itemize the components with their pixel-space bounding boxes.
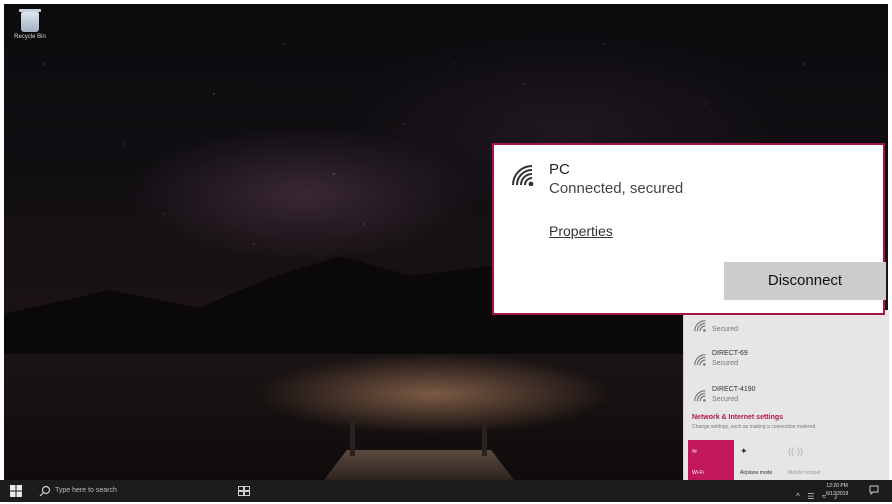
network-list-item[interactable]: DIRECT-4190 Secured <box>684 380 889 414</box>
clock-time: 12:20 PM <box>826 483 848 489</box>
search-placeholder: Type here to search <box>55 487 117 494</box>
taskbar-search-box[interactable]: Type here to search <box>31 480 231 502</box>
recycle-bin-label: Recycle Bin <box>14 34 46 40</box>
wifi-icon: ≈ <box>692 446 697 456</box>
properties-link[interactable]: Properties <box>549 223 613 239</box>
tile-label: Airplane mode <box>740 470 773 476</box>
disconnect-button[interactable]: Disconnect <box>724 262 886 300</box>
hotspot-icon: ((·)) <box>788 446 803 456</box>
wifi-signal-icon <box>512 165 534 186</box>
taskbar-clock[interactable]: 12:20 PM 6/13/2019 <box>826 482 848 498</box>
tile-label: Wi-Fi <box>692 470 704 476</box>
wifi-icon <box>694 320 706 332</box>
network-status: Secured <box>712 360 739 367</box>
network-settings-link[interactable]: Network & Internet settings <box>692 414 783 421</box>
chevron-up-icon[interactable]: ^ <box>796 492 800 501</box>
search-icon <box>39 485 51 497</box>
wifi-icon <box>694 390 706 402</box>
network-tray-icon[interactable]: ☰ <box>807 492 814 501</box>
network-list-item[interactable]: DIRECT-69 Secured <box>684 344 889 378</box>
wifi-icon <box>694 354 706 366</box>
airplane-icon: ✦ <box>740 446 748 456</box>
task-view-icon[interactable] <box>238 486 250 496</box>
recycle-bin[interactable]: Recycle Bin <box>10 9 50 40</box>
tile-label: Mobile hotspot <box>788 470 821 476</box>
mobile-hotspot-tile[interactable]: ((·)) Mobile hotspot <box>784 440 830 480</box>
network-name: DIRECT-69 <box>712 350 748 357</box>
network-ssid: PC <box>549 161 570 178</box>
network-flyout: Secured DIRECT-69 Secured DIRECT-4190 Se… <box>683 310 889 480</box>
taskbar: Type here to search ^ ☰ ≈ ♪ 12:20 PM 6/1… <box>0 480 892 502</box>
network-name: DIRECT-4190 <box>712 386 756 393</box>
network-status: Secured <box>712 326 739 333</box>
network-status: Secured <box>712 396 739 403</box>
airplane-mode-tile[interactable]: ✦ Airplane mode <box>736 440 782 480</box>
connected-network-panel: PC Connected, secured Properties Disconn… <box>492 143 886 315</box>
network-settings-description: Change settings, such as making a connec… <box>692 424 817 430</box>
dock-post <box>350 416 355 456</box>
recycle-bin-icon <box>19 9 41 32</box>
network-list-item[interactable]: Secured <box>684 310 889 344</box>
windows-start-icon[interactable] <box>10 485 22 497</box>
action-center-icon[interactable] <box>869 485 879 495</box>
wifi-toggle-tile[interactable]: ≈ Wi-Fi <box>688 440 734 480</box>
dock-post <box>482 422 487 456</box>
connection-status: Connected, secured <box>549 180 684 197</box>
clock-date: 6/13/2019 <box>826 491 849 497</box>
